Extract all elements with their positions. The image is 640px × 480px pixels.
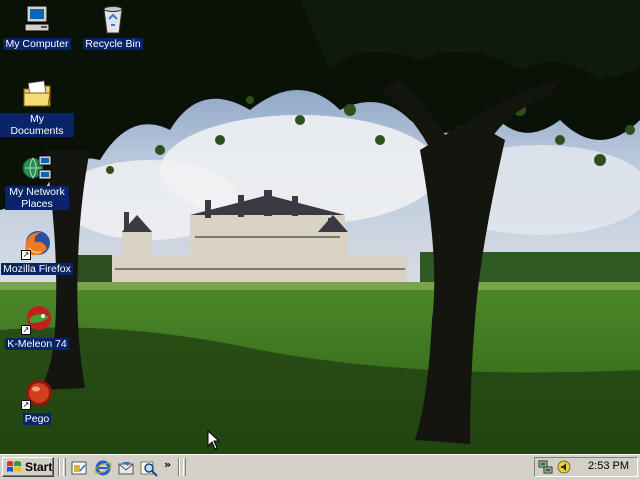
shortcut-arrow-icon: ↗ <box>21 400 31 410</box>
pego-label: Pego <box>22 413 52 425</box>
desktop[interactable]: My Computer Recycle Bin My Documents My … <box>0 0 640 454</box>
quick-launch-more-chevron[interactable]: » <box>164 458 171 471</box>
start-button[interactable]: Start <box>2 457 54 477</box>
my-computer-icon[interactable]: My Computer <box>0 3 74 50</box>
system-tray: 2:53 PM <box>534 457 638 477</box>
taskbar-separator <box>58 458 60 476</box>
taskbar-separator <box>178 458 180 476</box>
network-connection-icon[interactable] <box>538 459 554 475</box>
windows-logo-icon <box>7 461 21 472</box>
taskbar: Start » 2:53 PM <box>0 454 640 480</box>
k-meleon-shortcut[interactable]: ↗ K-Meleon 74 <box>0 303 74 350</box>
show-desktop-icon[interactable] <box>70 459 88 477</box>
my-network-places-label: My Network Places <box>5 186 69 210</box>
quick-launch-grip[interactable] <box>63 458 66 476</box>
network-globe-icon <box>21 152 53 184</box>
recycle-bin-label: Recycle Bin <box>83 38 143 50</box>
shortcut-arrow-icon: ↗ <box>21 250 31 260</box>
folder-icon <box>21 79 53 111</box>
internet-explorer-icon[interactable] <box>94 459 112 477</box>
mouse-pointer-icon <box>207 430 219 450</box>
pego-shortcut[interactable]: ↗ Pego <box>0 378 74 425</box>
firefox-icon: ↗ <box>21 228 53 260</box>
my-documents-label: My Documents <box>0 113 74 137</box>
mozilla-firefox-shortcut[interactable]: ↗ Mozilla Firefox <box>0 228 74 275</box>
search-icon[interactable] <box>140 459 158 477</box>
start-label: Start <box>25 460 53 474</box>
shortcut-arrow-icon: ↗ <box>21 325 31 335</box>
trash-icon <box>97 3 129 35</box>
pego-icon: ↗ <box>21 378 53 410</box>
k-meleon-label: K-Meleon 74 <box>5 338 69 350</box>
mozilla-firefox-label: Mozilla Firefox <box>1 263 73 275</box>
my-network-places-icon[interactable]: My Network Places <box>0 152 74 210</box>
recycle-bin-icon[interactable]: Recycle Bin <box>76 3 150 50</box>
wallpaper-chateau-image <box>0 0 640 454</box>
clock[interactable]: 2:53 PM <box>588 460 629 472</box>
my-documents-icon[interactable]: My Documents <box>0 79 74 137</box>
my-computer-label: My Computer <box>3 38 71 50</box>
computer-icon <box>21 3 53 35</box>
volume-icon[interactable] <box>556 459 572 475</box>
outlook-express-icon[interactable] <box>117 459 135 477</box>
k-meleon-icon: ↗ <box>21 303 53 335</box>
task-area-grip[interactable] <box>183 458 186 476</box>
